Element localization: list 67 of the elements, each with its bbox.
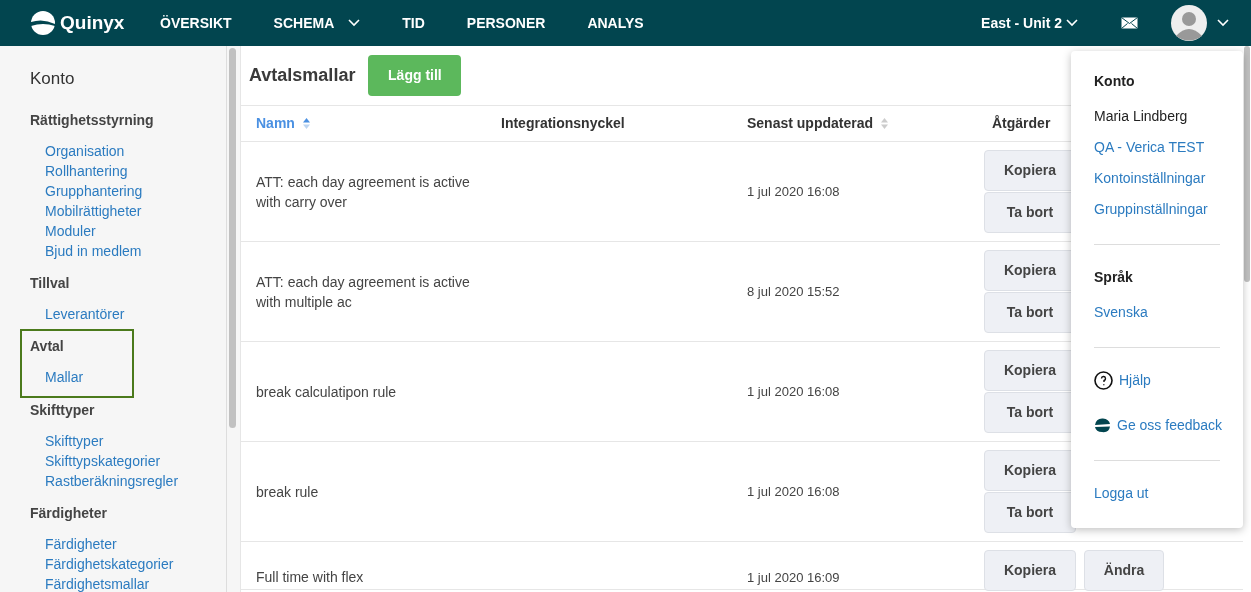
logo-icon [30,10,56,36]
section-heading: Skifttyper [30,400,96,420]
sidebar-link[interactable]: Bjud in medlem [45,240,142,261]
column-header[interactable]: Senast uppdaterad [747,113,874,134]
edit-button[interactable]: Ändra [1084,550,1164,591]
menu-link[interactable]: Logga ut [1094,483,1149,504]
table-cell-text: 1 jul 2020 16:08 [746,482,841,501]
chevron-down-icon [348,19,361,27]
menu-heading: Språk [1094,268,1134,287]
sidebar-title: Konto [30,68,76,90]
user-name: Maria Lindberg [1094,107,1189,126]
sidebar-link[interactable]: Skifttypskategorier [45,450,161,471]
section-heading: Färdigheter [30,503,108,523]
sidebar-link[interactable]: Leverantörer [45,303,125,324]
menu-heading: Konto [1094,72,1136,91]
table-cell-text: break rule [255,482,320,502]
table-cell-text: 1 jul 2020 16:09 [746,568,841,587]
avatar[interactable] [1171,5,1207,41]
copy-button[interactable]: Kopiera [984,550,1076,591]
nav-tab[interactable]: ÖVERSIKT [160,12,232,34]
sidebar-link[interactable]: Färdighetskategorier [45,553,174,574]
feedback-link[interactable]: Ge oss feedback [1094,415,1223,436]
sidebar-link[interactable]: Rollhantering [45,160,128,181]
page-title: Avtalsmallar [249,64,356,87]
table-cell-text: break calculatipon rule [255,382,398,402]
nav-tab[interactable]: ANALYS [587,12,644,34]
feedback-icon [1094,418,1111,433]
help-icon [1094,371,1113,390]
menu-link[interactable]: Svenska [1094,302,1148,323]
table-cell-text: 1 jul 2020 16:08 [746,182,841,201]
logo-text: Quinyx [60,10,125,35]
table-cell-text: Full time with flex [255,568,365,587]
sidebar-link[interactable]: Rastberäkningsregler [45,470,179,491]
nav-tab[interactable]: TID [402,12,425,34]
menu-link[interactable]: QA - Verica TEST [1094,137,1205,158]
mail-icon[interactable] [1121,17,1138,29]
delete-button[interactable]: Ta bort [984,492,1076,533]
column-header: Åtgärder [992,114,1051,133]
column-header: Integrationsnyckel [501,114,625,133]
add-button[interactable]: Lägg till [368,55,462,96]
nav-tab[interactable]: PERSONER [466,12,546,34]
table-cell-text: ATT: each day agreement is active with carry over [255,172,471,212]
sidebar-link[interactable]: Färdigheter [45,533,117,554]
scrollbar-thumb[interactable] [1244,46,1250,282]
sort-icon[interactable] [302,118,310,129]
menu-link[interactable]: Gruppinställningar [1094,199,1208,220]
table-cell-text: 8 jul 2020 15:52 [746,282,841,301]
help-link[interactable]: Hjälp [1094,370,1151,391]
menu-link[interactable]: Kontoinställningar [1094,168,1206,189]
sidebar-link[interactable]: Mobilrättigheter [45,200,142,221]
nav-tab[interactable]: SCHEMA [273,12,361,34]
sidebar-link[interactable]: Färdighetsmallar [45,573,150,592]
table-cell-text: ATT: each day agreement is active with multiple ac [255,272,471,312]
table-cell-text: 1 jul 2020 16:08 [746,382,841,401]
sidebar-link[interactable]: Grupphantering [45,180,143,201]
section-heading: Tillval [30,273,71,293]
sidebar-link[interactable]: Moduler [45,220,96,241]
section-heading: Rättighetsstyrning [30,110,155,130]
chevron-down-icon [1066,19,1078,27]
sidebar-link[interactable]: Mallar [45,366,84,387]
chevron-down-icon[interactable] [1217,19,1229,27]
unit-selector[interactable]: East - Unit 2 [981,12,1078,34]
sidebar-link[interactable]: Organisation [45,140,125,161]
column-header[interactable]: Namn [256,113,295,134]
section-heading: Avtal [30,336,65,356]
sidebar-link[interactable]: Skifttyper [45,430,104,451]
scrollbar-thumb[interactable] [229,48,236,428]
